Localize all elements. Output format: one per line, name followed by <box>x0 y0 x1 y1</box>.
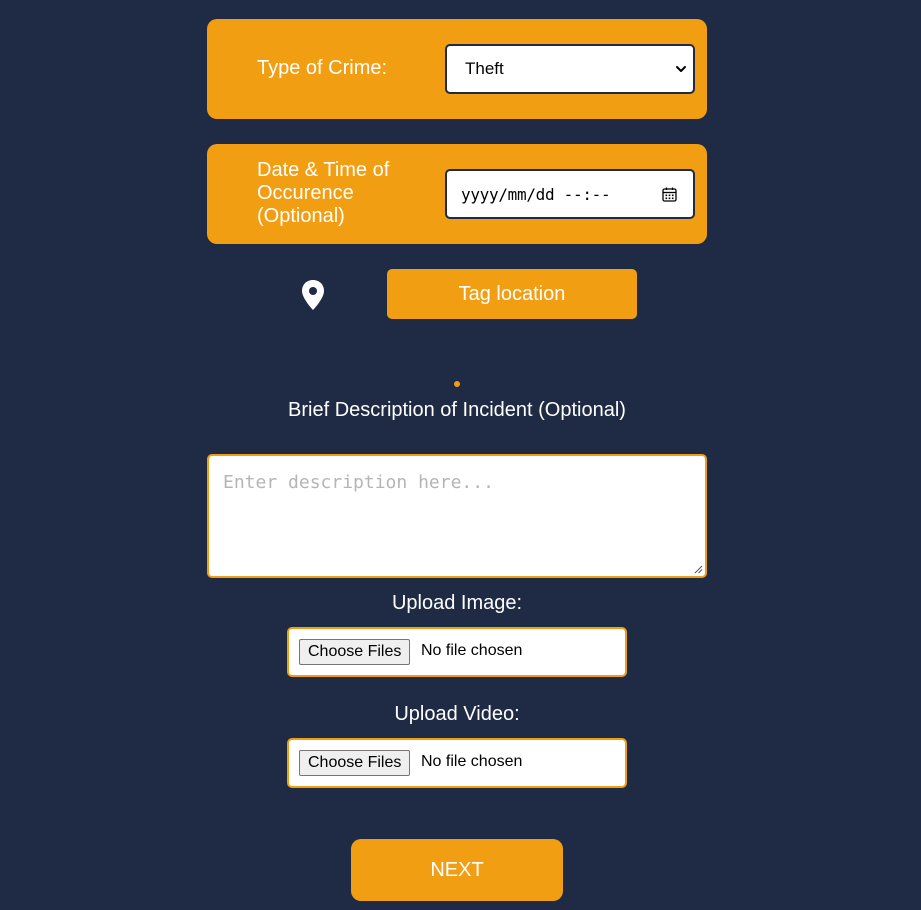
description-textarea[interactable]: Enter description here... <box>207 454 707 578</box>
upload-video-choose-button[interactable]: Choose Files <box>299 750 411 776</box>
occurrence-card: Date & Time of Occurence (Optional) yyyy… <box>207 144 707 244</box>
crime-type-select[interactable]: Theft <box>445 44 695 94</box>
datetime-placeholder: yyyy/mm/dd --:-- <box>461 185 611 204</box>
resize-handle-icon[interactable] <box>693 564 703 574</box>
description-placeholder: Enter description here... <box>223 472 494 493</box>
upload-video-label: Upload Video: <box>394 703 520 725</box>
next-button[interactable]: NEXT <box>351 839 563 901</box>
upload-image-field: Choose Files No file chosen <box>287 627 627 677</box>
location-status-dot <box>454 381 460 387</box>
crime-type-label: Type of Crime: <box>257 57 388 79</box>
description-label: Brief Description of Incident (Optional) <box>288 399 626 421</box>
crime-type-selected-value: Theft <box>465 59 504 78</box>
map-pin-icon <box>302 280 324 310</box>
upload-video-status: No file chosen <box>421 753 523 770</box>
upload-image-status: No file chosen <box>421 642 523 659</box>
occurrence-label: Date & Time of Occurence (Optional) <box>257 159 390 227</box>
upload-image-choose-button[interactable]: Choose Files <box>299 639 411 665</box>
tag-location-button[interactable]: Tag location <box>387 269 637 319</box>
crime-type-card: Type of Crime: Theft <box>207 19 707 119</box>
occurrence-datetime-input[interactable]: yyyy/mm/dd --:-- <box>445 169 695 219</box>
upload-video-field: Choose Files No file chosen <box>287 738 627 788</box>
report-form-page: Type of Crime: Theft Date & Time of Occu… <box>0 0 921 910</box>
upload-image-label: Upload Image: <box>391 592 523 614</box>
chevron-down-icon <box>676 66 686 72</box>
calendar-icon[interactable] <box>662 187 677 202</box>
